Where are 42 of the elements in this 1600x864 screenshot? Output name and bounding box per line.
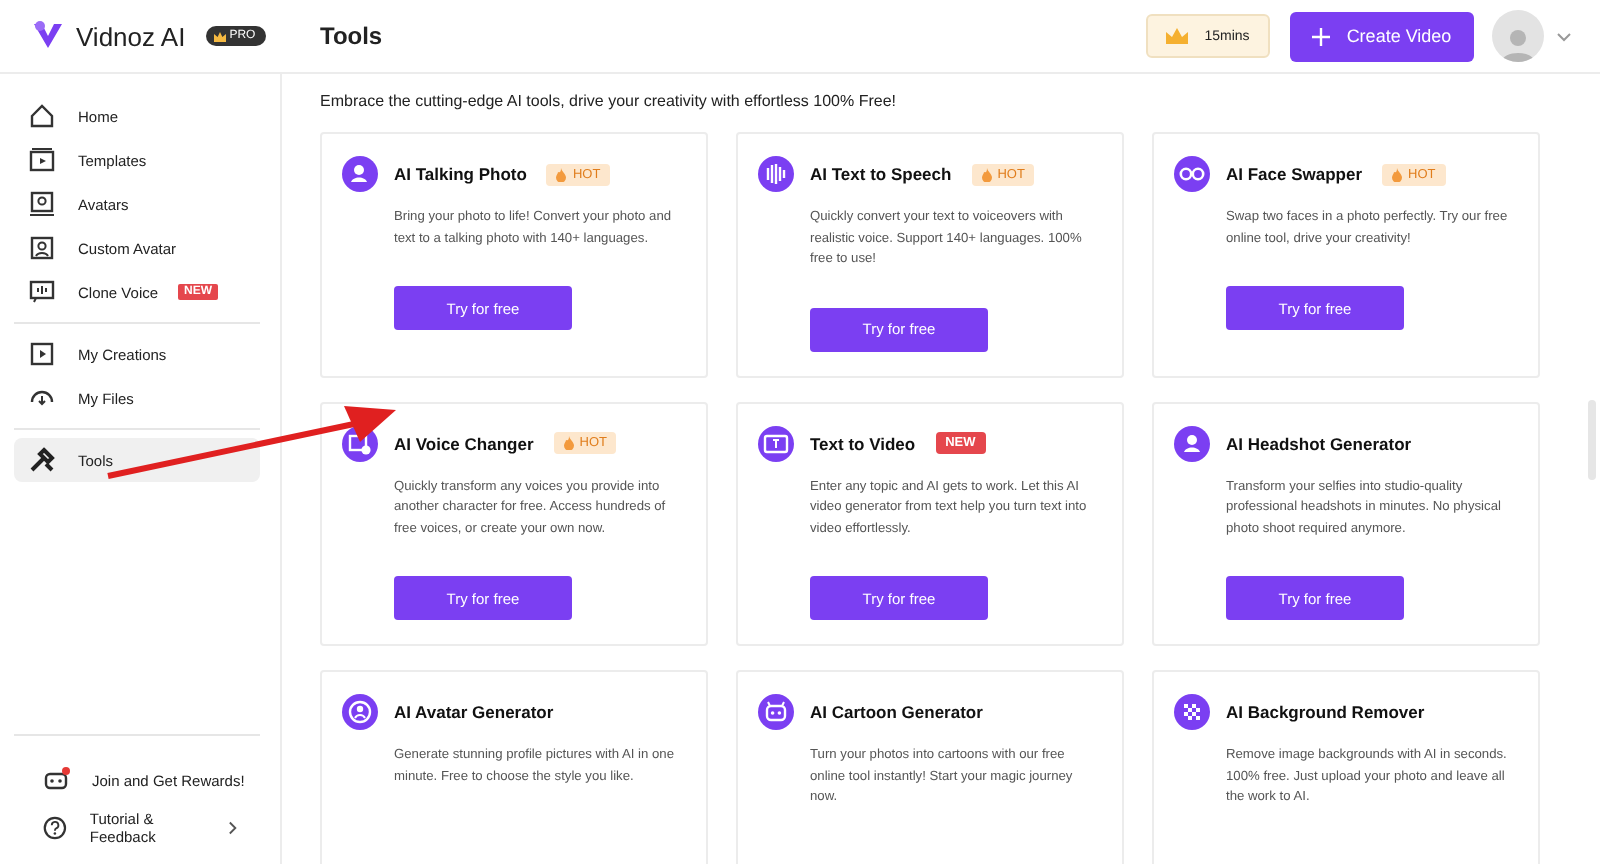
- nav-icon: [28, 446, 56, 474]
- tool-icon: [342, 694, 378, 730]
- page-title: Tools: [320, 22, 385, 50]
- card-title: AI Face Swapper: [1226, 164, 1363, 184]
- nav-icon: [28, 340, 56, 368]
- nav-icon: [28, 234, 56, 262]
- person-silhouette-icon: [1502, 26, 1534, 62]
- intro-text: Embrace the cutting-edge AI tools, drive your creativity with effortless 100% Free!: [320, 92, 898, 110]
- card-title: Text to Video: [810, 433, 916, 453]
- tool-icon: [1174, 694, 1210, 730]
- card-title: AI Avatar Generator: [394, 702, 554, 722]
- card-title: AI Background Remover: [1226, 702, 1425, 722]
- crown-icon: [1166, 28, 1189, 44]
- nav-icon: [28, 146, 56, 174]
- nav-icon: [42, 766, 70, 794]
- plus-icon: [1312, 27, 1331, 45]
- chevron-down-icon: [1556, 31, 1572, 41]
- nav-icon: [28, 102, 56, 130]
- flame-icon: [981, 167, 992, 181]
- logo-icon: [32, 20, 64, 52]
- flame-icon: [556, 167, 567, 181]
- tool-icon: [342, 156, 378, 192]
- avatar-placeholder[interactable]: [1492, 10, 1544, 62]
- nav-icon: [42, 814, 68, 842]
- card-title: AI Text to Speech: [810, 164, 952, 184]
- logo-text: Vidnoz AI: [76, 21, 186, 51]
- tool-icon: [758, 694, 794, 730]
- card-title: AI Cartoon Generator: [810, 702, 983, 722]
- flame-icon: [1392, 167, 1403, 181]
- nav-icon: [28, 190, 56, 218]
- tool-icon: [758, 156, 794, 192]
- card-title: AI Headshot Generator: [1226, 433, 1412, 453]
- flame-icon: [563, 436, 574, 450]
- tool-icon: [1174, 156, 1210, 192]
- tool-icon: [758, 425, 794, 461]
- create-video-button[interactable]: Create Video: [1290, 11, 1474, 61]
- tool-icon: [1174, 425, 1210, 461]
- chevron-right-icon: [228, 820, 238, 836]
- card-title: AI Voice Changer: [394, 433, 534, 453]
- nav-icon: [28, 278, 56, 306]
- card-title: AI Talking Photo: [394, 164, 527, 184]
- crown-icon: [213, 31, 226, 41]
